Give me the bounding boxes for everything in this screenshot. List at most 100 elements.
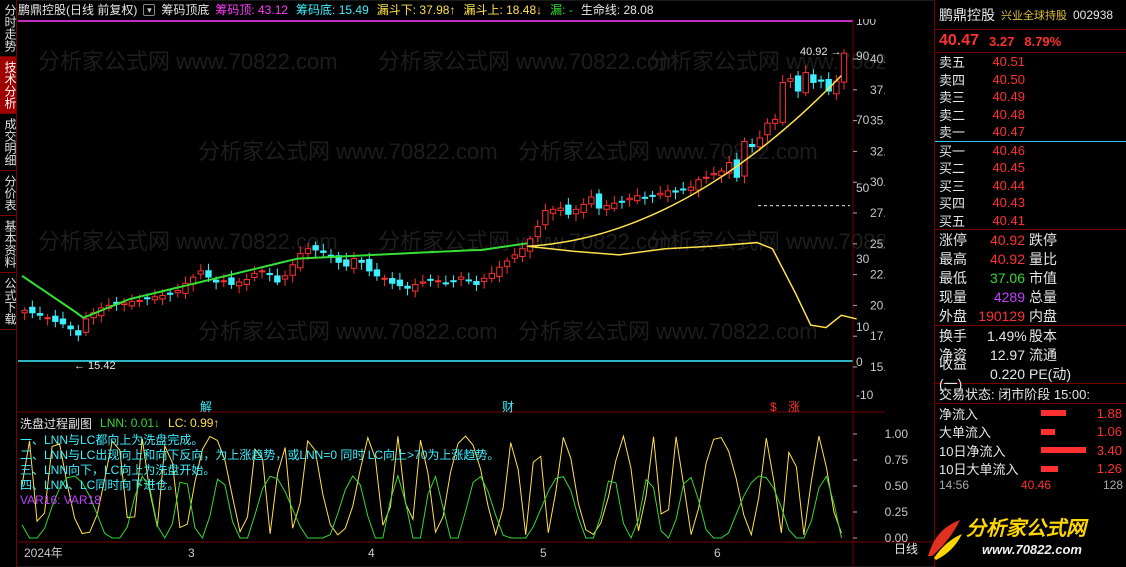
book-row[interactable]: 卖四 40.50 bbox=[935, 71, 1126, 89]
book-label: 买四 bbox=[939, 196, 966, 212]
candle-body bbox=[473, 280, 480, 285]
price-tick-label: 22.50 bbox=[870, 268, 885, 282]
book-label: 买二 bbox=[939, 161, 966, 177]
candle-body bbox=[771, 118, 779, 124]
candle-body bbox=[312, 245, 319, 251]
candle-body bbox=[595, 193, 603, 209]
stat-label-2: 量比 bbox=[1029, 250, 1057, 267]
lnn-value: LNN: 0.01↓ bbox=[100, 416, 161, 430]
book-row[interactable]: 卖二 40.48 bbox=[935, 106, 1126, 124]
book-label: 买一 bbox=[939, 143, 966, 159]
flow-bar bbox=[1041, 447, 1086, 454]
candle-body bbox=[649, 194, 656, 197]
stat-label-2: 总量 bbox=[1029, 288, 1057, 305]
book-price: 40.48 bbox=[992, 106, 1025, 122]
high-annotation: 40.92 → bbox=[800, 46, 842, 58]
candle-body bbox=[128, 301, 136, 307]
candle-body bbox=[82, 318, 90, 333]
note-4: 四、LNN、LC同时向下进仓。 bbox=[20, 478, 180, 492]
flow-value: 1.06 bbox=[1096, 424, 1122, 440]
candle-body bbox=[144, 297, 151, 300]
candle-body bbox=[810, 74, 817, 83]
candle-body bbox=[412, 283, 419, 292]
x-axis-label: 4 bbox=[368, 546, 375, 560]
candle-body bbox=[343, 259, 350, 267]
pct-tick-label: -10 bbox=[856, 388, 874, 402]
book-row[interactable]: 买三 40.44 bbox=[935, 177, 1126, 195]
book-row[interactable]: 买五 40.41 bbox=[935, 212, 1126, 230]
tab-3[interactable]: 分价表 bbox=[0, 171, 17, 216]
candle-body bbox=[450, 280, 457, 283]
sub-chart-title[interactable]: 洗盘过程副图 bbox=[20, 415, 92, 432]
flow-bar bbox=[1041, 465, 1058, 472]
candlestick-chart[interactable]: 分析家公式网 www.70822.com 分析家公式网 www.70822.com… bbox=[18, 19, 885, 413]
candle-body bbox=[511, 254, 518, 259]
quote-stats-2: 换手 1.49% 股本 净资 12.97 流通 收益(一) 0.220 PE(动) bbox=[935, 326, 1126, 392]
tab-0[interactable]: 分时走势 bbox=[0, 0, 17, 57]
book-price: 40.43 bbox=[992, 195, 1025, 211]
chart-title[interactable]: 鹏鼎控股(日线 前复权) bbox=[18, 1, 137, 18]
book-price: 40.46 bbox=[992, 142, 1025, 158]
tab-5[interactable]: 公式下载 bbox=[0, 273, 17, 330]
x-axis-label: 6 bbox=[714, 546, 721, 560]
event-marker[interactable]: 解 bbox=[200, 400, 212, 413]
pct-tick-label: 0 bbox=[856, 355, 863, 369]
event-marker[interactable]: 涨 bbox=[788, 399, 800, 413]
period-tab[interactable]: 日线 bbox=[894, 540, 918, 557]
candle-body bbox=[634, 195, 641, 202]
stat-label: 最低 bbox=[939, 269, 967, 286]
candle-body bbox=[212, 279, 220, 283]
logo-url: www.70822.com bbox=[982, 542, 1082, 557]
book-price: 40.44 bbox=[992, 177, 1025, 193]
stat-row: 收益(一) 0.220 PE(动) bbox=[935, 356, 1126, 392]
stat-row: 涨停 40.92 跌停 bbox=[935, 230, 1126, 249]
book-row[interactable]: 买二 40.45 bbox=[935, 159, 1126, 177]
event-marker[interactable]: 财 bbox=[502, 400, 514, 413]
note-1: 一、LNN与LC都向上为洗盘完成。 bbox=[20, 433, 204, 447]
note-2: 二、LNN与LC出现向上和向下反向，为上涨趋势，或LNN=0 同时 LC向上>7… bbox=[20, 448, 500, 462]
stat-value: 4289 bbox=[993, 288, 1025, 305]
holder-tag[interactable]: 兴业全球持股 bbox=[1001, 7, 1067, 23]
price-tick-label: 40.00 bbox=[870, 52, 885, 66]
book-row[interactable]: 卖五 40.51 bbox=[935, 53, 1126, 71]
stat-value: 12.97 bbox=[989, 346, 1025, 363]
book-row[interactable]: 卖一 40.47 bbox=[935, 123, 1126, 141]
settings-icon[interactable]: ▾ bbox=[143, 3, 156, 16]
stat-label: 最高 bbox=[939, 250, 967, 267]
candle-body bbox=[488, 272, 495, 279]
book-row[interactable]: 卖三 40.49 bbox=[935, 88, 1126, 106]
candle-body bbox=[258, 270, 266, 273]
candle-body bbox=[136, 299, 143, 302]
sub-tick-label: 0.50 bbox=[885, 479, 909, 493]
candle-body bbox=[243, 279, 250, 286]
book-label: 卖三 bbox=[939, 90, 966, 106]
watermark-text: 分析家公式网 www.70822.com bbox=[648, 229, 885, 254]
candle-body bbox=[266, 272, 273, 276]
price-tick-label: 15.00 bbox=[870, 360, 885, 374]
candle-body bbox=[756, 137, 763, 148]
book-row[interactable]: 买四 40.43 bbox=[935, 194, 1126, 212]
indicator-value-2: 漏斗下: 37.98↑ bbox=[376, 3, 456, 17]
candle-body bbox=[496, 266, 503, 277]
money-flows: 净流入 1.88 大单流入 1.06 10日净流入 3.40 10日大单流入 1.26 bbox=[935, 404, 1126, 478]
book-price: 40.51 bbox=[992, 54, 1025, 70]
candle-body bbox=[52, 315, 59, 322]
tab-2[interactable]: 成交明细 bbox=[0, 114, 17, 171]
tab-1[interactable]: 技术分析 bbox=[0, 57, 17, 114]
chart-header: 鹏鼎控股(日线 前复权) ▾ 筹码顶底 筹码顶: 43.12 筹码底: 15.49… bbox=[18, 0, 885, 19]
stat-label: 换手 bbox=[939, 327, 967, 344]
flow-bar bbox=[1041, 410, 1066, 417]
book-row[interactable]: 买一 40.46 bbox=[935, 142, 1126, 160]
candle-body bbox=[503, 260, 511, 267]
candle-body bbox=[381, 277, 388, 280]
candle-body bbox=[435, 280, 442, 283]
flow-label: 10日净流入 bbox=[939, 443, 1006, 459]
event-marker[interactable]: $ bbox=[770, 400, 777, 413]
candle-body bbox=[687, 186, 695, 191]
tab-4[interactable]: 基本资料 bbox=[0, 216, 17, 273]
flow-row: 净流入 1.88 bbox=[935, 404, 1126, 423]
book-label: 买三 bbox=[939, 178, 966, 194]
indicator-name[interactable]: 筹码顶底 bbox=[161, 1, 209, 18]
candle-body bbox=[304, 248, 312, 254]
candle-body bbox=[174, 290, 182, 294]
